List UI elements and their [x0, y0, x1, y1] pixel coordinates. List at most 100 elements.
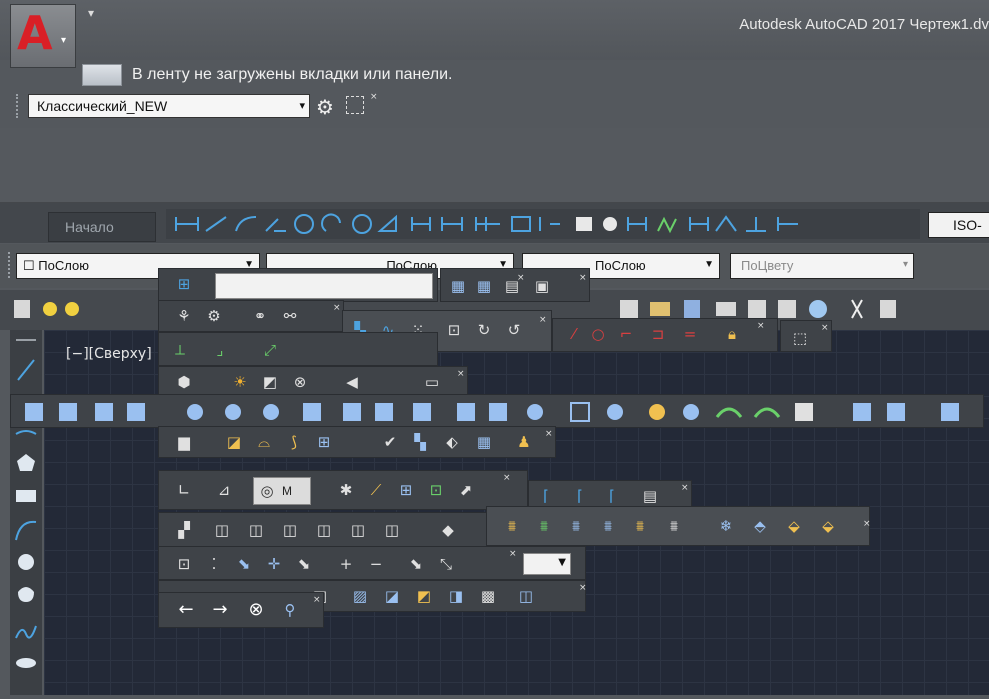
zoom-in-icon[interactable]: + [335, 553, 357, 575]
zoom-window-icon[interactable]: ⊡ [173, 553, 195, 575]
close-icon[interactable]: × [757, 321, 765, 331]
tangent-icon[interactable]: ⌟ [209, 339, 231, 361]
hatch-icon[interactable]: ◪ [223, 431, 245, 453]
orbit-icon[interactable]: ⊞ [395, 479, 417, 501]
ucs-origin-icon[interactable]: ⌈ [535, 485, 557, 507]
ucs-world-icon[interactable]: ⊿ [213, 479, 235, 501]
polyline-edit-icon[interactable]: ⁄ [563, 323, 585, 345]
plotstyle-combo[interactable]: ПоЦвету ▾ [730, 253, 914, 279]
join-icon[interactable]: ⊡ [443, 319, 465, 341]
circle-edit-icon[interactable]: ○ [587, 323, 609, 345]
navigation-widget[interactable]: ◎ М [253, 477, 311, 505]
workspace-settings-icon[interactable] [346, 96, 364, 114]
zoom-object-icon[interactable]: ⬊ [293, 553, 315, 575]
ucs-z-icon[interactable]: ⌈ [569, 485, 591, 507]
toolbar-input-field[interactable] [215, 273, 433, 299]
rotate-icon[interactable]: ↻ [473, 319, 495, 341]
image-underlay-icon[interactable]: ◫ [515, 585, 537, 607]
cube-6-icon[interactable]: ◫ [381, 519, 403, 541]
toolbar-grip[interactable] [16, 94, 22, 118]
ungroup-icon[interactable]: ⚙ [203, 305, 225, 327]
nearest-icon[interactable]: ⤢ [259, 339, 281, 361]
zoom-select[interactable]: ▼ [523, 553, 571, 575]
bracket-icon[interactable]: ⊐ [647, 323, 669, 345]
application-menu-button[interactable]: A ▾ [10, 4, 76, 68]
image-clip-icon[interactable]: ◩ [413, 585, 435, 607]
layer-isolate-icon[interactable]: ⩩ [629, 515, 651, 537]
light-icon[interactable]: ◀ [341, 371, 363, 393]
zoom-all-icon[interactable]: ⬊ [405, 553, 427, 575]
close-icon[interactable]: × [681, 483, 689, 493]
layer-previous-icon[interactable]: ⩩ [565, 515, 587, 537]
close-icon[interactable]: × [503, 473, 511, 483]
cube-4-icon[interactable]: ◫ [313, 519, 335, 541]
close-icon[interactable]: × [821, 323, 829, 333]
render-icon[interactable]: ⬢ [173, 371, 195, 393]
layer-current-icon[interactable]: ⩩ [533, 515, 555, 537]
draw-order-icon[interactable]: ▆ [173, 431, 195, 453]
quick-select-icon[interactable]: ▚ [409, 431, 431, 453]
layer-match-icon[interactable]: ⩩ [501, 515, 523, 537]
image-adjust-icon[interactable]: ◪ [381, 585, 403, 607]
viewport-icon[interactable]: ⬚ [789, 327, 811, 349]
zoom-extents-icon[interactable]: ⤡ [435, 553, 457, 575]
attribute-icon[interactable]: ▣ [531, 275, 553, 297]
group-icon[interactable]: ⚘ [173, 305, 195, 327]
workspace-select[interactable]: Классический_NEW ▾ [28, 94, 310, 118]
viewport-label[interactable]: [−][Сверху] [66, 346, 152, 362]
close-icon[interactable]: × [370, 92, 378, 102]
cube-3-icon[interactable]: ◫ [279, 519, 301, 541]
layer-lock-icon[interactable]: ⬙ [783, 515, 805, 537]
close-icon[interactable]: × [579, 583, 587, 593]
zoom-dynamic-icon[interactable]: ⁚ [203, 553, 225, 575]
showmotion-icon[interactable]: ⬈ [455, 479, 477, 501]
zoom-scale-icon[interactable]: ⬊ [233, 553, 255, 575]
close-icon[interactable]: × [539, 315, 547, 325]
layer-off-icon[interactable]: ⬘ [749, 515, 771, 537]
cube-2-icon[interactable]: ◫ [245, 519, 267, 541]
shell-icon[interactable]: ◆ [437, 519, 459, 541]
match-prop-icon[interactable]: ✔ [379, 431, 401, 453]
quick-access-caret-icon[interactable]: ▾ [88, 6, 94, 20]
close-icon[interactable]: × [333, 303, 341, 313]
close-icon[interactable]: × [313, 595, 321, 605]
chevron-down-icon[interactable]: ▾ [299, 99, 305, 112]
arrow-left-icon[interactable]: ← [175, 599, 197, 621]
zoom-out-icon[interactable]: − [365, 553, 387, 575]
close-icon[interactable]: × [545, 429, 553, 439]
tab-start[interactable]: Начало [48, 212, 156, 242]
close-icon[interactable]: × [509, 549, 517, 559]
design-center-icon[interactable]: ▦ [473, 431, 495, 453]
snap-icon[interactable]: ⟂ [169, 339, 191, 361]
ucs-apply-icon[interactable]: ▤ [639, 485, 661, 507]
layer-freeze-icon[interactable]: ❄ [715, 515, 737, 537]
sun-icon[interactable]: ☀ [229, 371, 251, 393]
group-edit-icon[interactable]: ⚭ [249, 305, 271, 327]
solid-edit-icon[interactable]: ▞ [173, 519, 195, 541]
zoom-center-icon[interactable]: ✛ [263, 553, 285, 575]
dimension-style-select[interactable]: ISO- [928, 212, 989, 238]
cube-1-icon[interactable]: ◫ [211, 519, 233, 541]
close-icon[interactable]: × [863, 519, 871, 529]
gear-icon[interactable]: ⚙ [316, 95, 334, 119]
layer-unisolate-icon[interactable]: ⩩ [663, 515, 685, 537]
toolbar-icon[interactable]: ⊞ [173, 273, 195, 295]
image-icon[interactable]: ▨ [349, 585, 371, 607]
close-icon[interactable]: × [457, 369, 465, 379]
layer-walk-icon[interactable]: ⩩ [597, 515, 619, 537]
stop-icon[interactable]: ⊗ [245, 599, 267, 621]
lock-icon[interactable]: 🔒︎ [721, 323, 743, 345]
pan-icon[interactable]: ⟋ [365, 479, 387, 501]
boundary-icon[interactable]: ⟆ [283, 431, 305, 453]
toolbar-grip[interactable] [8, 252, 14, 278]
insert-block-icon[interactable]: ▦ [447, 275, 469, 297]
trim-icon[interactable]: ⌐ [615, 323, 637, 345]
close-icon[interactable]: × [517, 273, 525, 283]
region-icon[interactable]: ⊞ [313, 431, 335, 453]
target-icon[interactable]: ⊗ [289, 371, 311, 393]
ucs-icon[interactable]: ∟ [173, 479, 195, 501]
equal-icon[interactable]: = [679, 323, 701, 345]
markup-icon[interactable]: ♟ [513, 431, 535, 453]
close-icon[interactable]: × [579, 273, 587, 283]
steering-icon[interactable]: ⊡ [425, 479, 447, 501]
